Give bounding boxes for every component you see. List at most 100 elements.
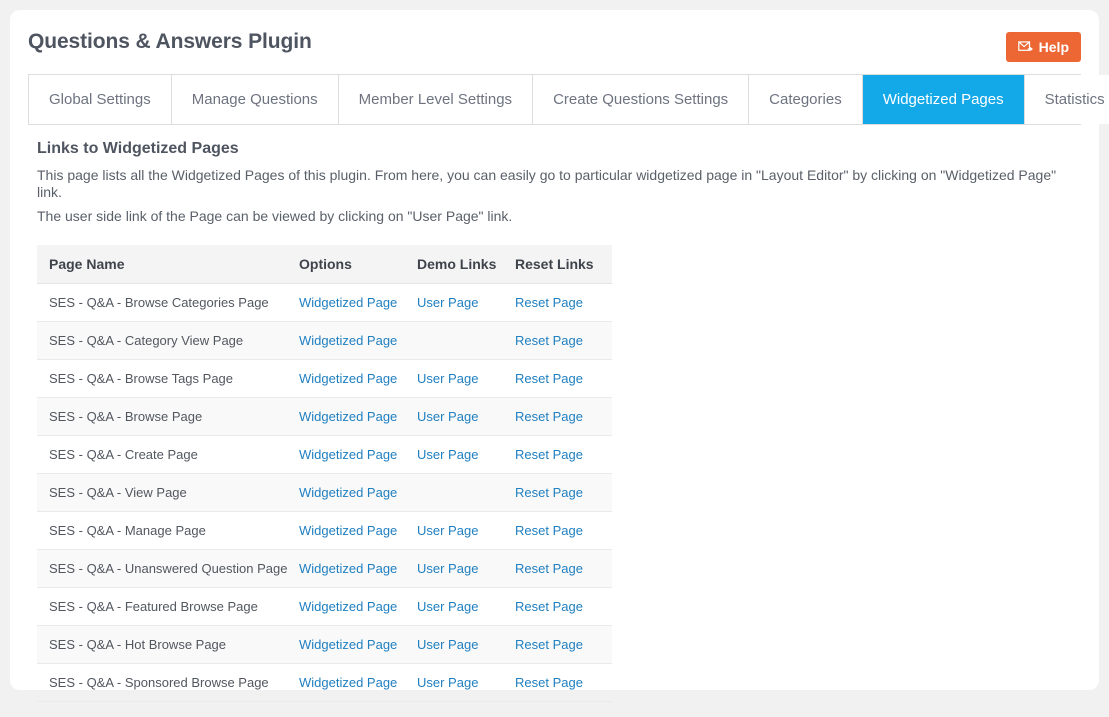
tab-member-level-settings[interactable]: Member Level Settings: [338, 75, 534, 124]
user-page-link[interactable]: User Page: [417, 409, 478, 424]
tab-bar: Global Settings Manage Questions Member …: [28, 74, 1109, 125]
table-row: SES - Q&A - Create Page Widgetized Page Us…: [37, 435, 612, 474]
cell-page-name: SES - Q&A - Category View Page: [37, 321, 299, 360]
cell-page-name: SES - Q&A - Create Page: [37, 435, 299, 474]
cell-options: Widgetized Page: [299, 511, 417, 550]
cell-options: Widgetized Page: [299, 663, 417, 702]
widgetized-page-link[interactable]: Widgetized Page: [299, 371, 397, 386]
cell-reset-links: Reset Page: [515, 359, 612, 398]
tab-label: Widgetized Pages: [882, 91, 1004, 108]
column-header-demo-links: Demo Links: [417, 245, 515, 284]
cell-demo-links: [417, 321, 515, 360]
tab-statistics[interactable]: Statistics: [1024, 75, 1109, 124]
widgetized-pages-table: Page Name Options Demo Links Reset Links…: [37, 245, 612, 702]
description-line-2: The user side link of the Page can be vi…: [37, 208, 513, 224]
cell-page-name: SES - Q&A - Browse Tags Page: [37, 359, 299, 398]
reset-page-link[interactable]: Reset Page: [515, 599, 583, 614]
tab-global-settings[interactable]: Global Settings: [29, 75, 172, 124]
reset-page-link[interactable]: Reset Page: [515, 295, 583, 310]
reset-page-link[interactable]: Reset Page: [515, 675, 583, 690]
table-row: SES - Q&A - Category View Page Widgetized…: [37, 321, 612, 360]
cell-reset-links: Reset Page: [515, 321, 612, 360]
cell-reset-links: Reset Page: [515, 663, 612, 702]
widgetized-page-link[interactable]: Widgetized Page: [299, 561, 397, 576]
widgetized-page-link[interactable]: Widgetized Page: [299, 485, 397, 500]
tab-widgetized-pages[interactable]: Widgetized Pages: [862, 75, 1025, 124]
reset-page-link[interactable]: Reset Page: [515, 333, 583, 348]
table-head: Page Name Options Demo Links Reset Links: [37, 245, 612, 284]
widgetized-page-link[interactable]: Widgetized Page: [299, 637, 397, 652]
cell-options: Widgetized Page: [299, 283, 417, 322]
admin-panel-card: Questions & Answers Plugin Help Global S…: [10, 10, 1109, 702]
reset-page-link[interactable]: Reset Page: [515, 637, 583, 652]
cell-options: Widgetized Page: [299, 473, 417, 512]
widgetized-page-link[interactable]: Widgetized Page: [299, 333, 397, 348]
cell-page-name: SES - Q&A - Unanswered Question Page: [37, 549, 299, 588]
description-line-1: This page lists all the Widgetized Pages…: [37, 167, 1057, 200]
cell-options: Widgetized Page: [299, 625, 417, 664]
table-body: SES - Q&A - Browse Categories Page Widget…: [37, 283, 612, 702]
cell-reset-links: Reset Page: [515, 587, 612, 626]
main-content: Links to Widgetized Pages This page list…: [28, 140, 1081, 702]
table-row: SES - Q&A - Browse Page Widgetized Page Us…: [37, 397, 612, 436]
cell-page-name: SES - Q&A - Manage Page: [37, 511, 299, 550]
user-page-link[interactable]: User Page: [417, 675, 478, 690]
cell-demo-links: User Page: [417, 359, 515, 398]
user-page-link[interactable]: User Page: [417, 523, 478, 538]
cell-page-name: SES - Q&A - View Page: [37, 473, 299, 512]
cell-demo-links: User Page: [417, 549, 515, 588]
user-page-link[interactable]: User Page: [417, 561, 478, 576]
cell-reset-links: Reset Page: [515, 473, 612, 512]
reset-page-link[interactable]: Reset Page: [515, 485, 583, 500]
reset-page-link[interactable]: Reset Page: [515, 561, 583, 576]
table-header-row: Page Name Options Demo Links Reset Links: [37, 245, 612, 284]
envelope-icon: [1017, 40, 1033, 54]
cell-page-name: SES - Q&A - Browse Page: [37, 397, 299, 436]
cell-options: Widgetized Page: [299, 435, 417, 474]
widgetized-page-link[interactable]: Widgetized Page: [299, 523, 397, 538]
table-row: SES - Q&A - Sponsored Browse Page Widgeti…: [37, 663, 612, 702]
user-page-link[interactable]: User Page: [417, 447, 478, 462]
widgetized-page-link[interactable]: Widgetized Page: [299, 295, 397, 310]
cell-options: Widgetized Page: [299, 587, 417, 626]
tab-label: Categories: [769, 91, 842, 108]
user-page-link[interactable]: User Page: [417, 371, 478, 386]
cell-reset-links: Reset Page: [515, 511, 612, 550]
cell-reset-links: Reset Page: [515, 549, 612, 588]
reset-page-link[interactable]: Reset Page: [515, 523, 583, 538]
help-button[interactable]: Help: [1005, 32, 1081, 62]
cell-page-name: SES - Q&A - Browse Categories Page: [37, 283, 299, 322]
table-row: SES - Q&A - Browse Tags Page Widgetized P…: [37, 359, 612, 398]
reset-page-link[interactable]: Reset Page: [515, 371, 583, 386]
reset-page-link[interactable]: Reset Page: [515, 447, 583, 462]
tab-label: Statistics: [1044, 91, 1105, 108]
tab-label: Create Questions Settings: [553, 91, 729, 108]
widgetized-page-link[interactable]: Widgetized Page: [299, 409, 397, 424]
table-row: SES - Q&A - Unanswered Question Page Widg…: [37, 549, 612, 588]
tab-manage-questions[interactable]: Manage Questions: [171, 75, 339, 124]
table-row: SES - Q&A - Featured Browse Page Widgetiz…: [37, 587, 612, 626]
widgetized-page-link[interactable]: Widgetized Page: [299, 447, 397, 462]
reset-page-link[interactable]: Reset Page: [515, 409, 583, 424]
cell-demo-links: User Page: [417, 435, 515, 474]
cell-reset-links: Reset Page: [515, 283, 612, 322]
cell-demo-links: [417, 473, 515, 512]
cell-options: Widgetized Page: [299, 549, 417, 588]
cell-reset-links: Reset Page: [515, 435, 612, 474]
cell-reset-links: Reset Page: [515, 625, 612, 664]
help-button-label: Help: [1038, 39, 1069, 55]
cell-demo-links: User Page: [417, 587, 515, 626]
user-page-link[interactable]: User Page: [417, 599, 478, 614]
table-row: SES - Q&A - Hot Browse Page Widgetized Pa…: [37, 625, 612, 664]
admin-header: Questions & Answers Plugin Help: [10, 10, 1099, 68]
tab-create-questions-settings[interactable]: Create Questions Settings: [533, 75, 750, 124]
user-page-link[interactable]: User Page: [417, 637, 478, 652]
cell-options: Widgetized Page: [299, 321, 417, 360]
tab-label: Member Level Settings: [358, 91, 513, 108]
cell-reset-links: Reset Page: [515, 397, 612, 436]
cell-page-name: SES - Q&A - Hot Browse Page: [37, 625, 299, 664]
user-page-link[interactable]: User Page: [417, 295, 478, 310]
widgetized-page-link[interactable]: Widgetized Page: [299, 599, 397, 614]
widgetized-page-link[interactable]: Widgetized Page: [299, 675, 397, 690]
tab-categories[interactable]: Categories: [749, 75, 863, 124]
